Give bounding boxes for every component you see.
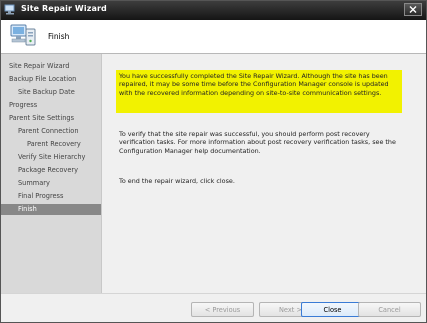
previous-button[interactable]: < Previous	[191, 302, 254, 317]
computer-icon	[4, 4, 15, 15]
step-summary: Summary	[18, 179, 50, 187]
wizard-window: Site Repair Wizard Finish Site Repair Wi…	[0, 0, 427, 323]
title-bar: Site Repair Wizard	[1, 1, 426, 20]
step-progress: Progress	[9, 101, 38, 109]
window-close-button[interactable]	[404, 3, 422, 16]
success-message: You have successfully completed the Site…	[119, 72, 389, 97]
wizard-steps-sidebar: Site Repair Wizard Backup File Location …	[1, 54, 102, 293]
step-backup-file-location: Backup File Location	[9, 75, 77, 83]
step-final-progress: Final Progress	[18, 192, 64, 200]
step-package-recovery: Package Recovery	[18, 166, 78, 174]
step-verify-site-hierarchy: Verify Site Hierarchy	[18, 153, 86, 161]
close-icon	[409, 6, 417, 13]
step-finish: Finish	[1, 204, 101, 215]
close-button[interactable]: Close	[301, 302, 364, 317]
wizard-header: Finish	[1, 20, 426, 54]
step-parent-connection: Parent Connection	[18, 127, 79, 135]
window-title: Site Repair Wizard	[21, 4, 107, 13]
wizard-button-bar: < Previous Next > Close Cancel	[1, 293, 426, 322]
step-parent-site-settings: Parent Site Settings	[9, 114, 75, 122]
end-message: To end the repair wizard, click close.	[119, 177, 235, 185]
computer-wizard-icon	[10, 24, 36, 46]
step-site-backup-date: Site Backup Date	[18, 88, 75, 96]
verification-message: To verify that the site repair was succe…	[119, 130, 396, 155]
page-title: Finish	[48, 32, 70, 41]
step-site-repair-wizard: Site Repair Wizard	[9, 62, 70, 70]
cancel-button[interactable]: Cancel	[358, 302, 421, 317]
wizard-content: You have successfully completed the Site…	[102, 54, 426, 293]
